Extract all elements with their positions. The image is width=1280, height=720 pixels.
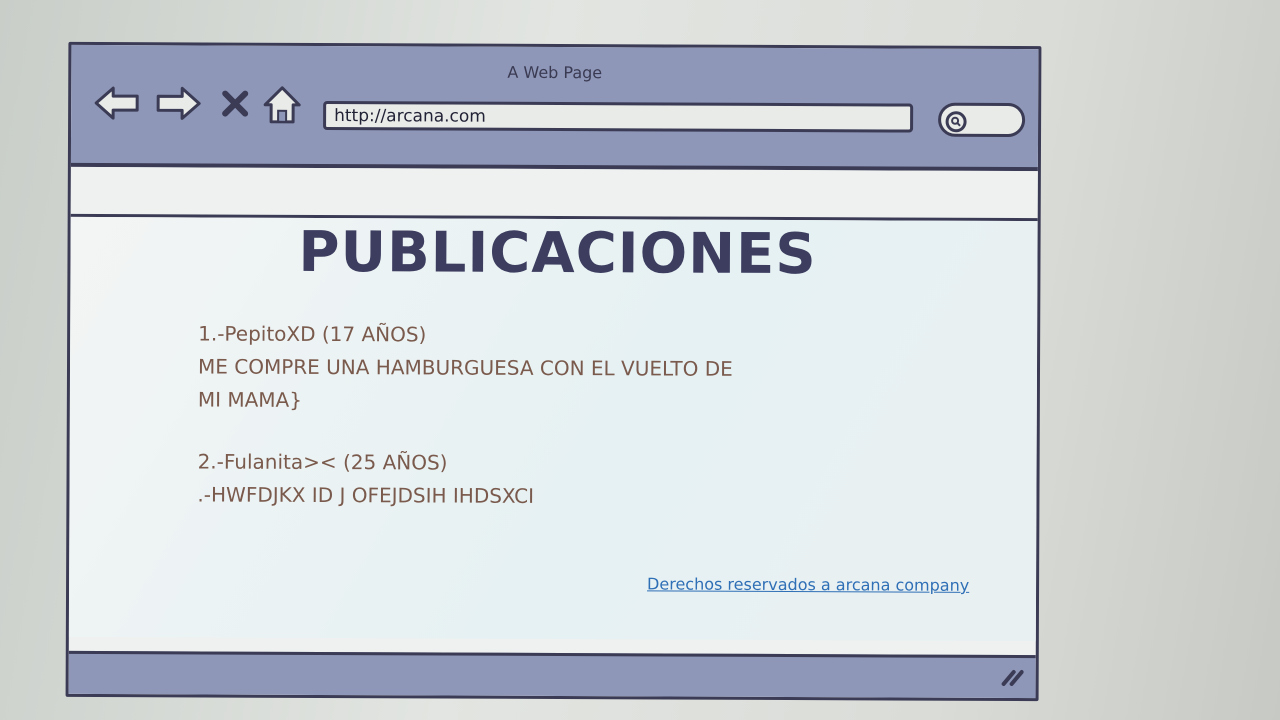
page-content: PUBLICACIONES 1.-PepitoXD (17 AÑOS) ME C… [68, 216, 1038, 642]
resize-grip-icon[interactable] [1000, 668, 1024, 690]
post-author: 2.-Fulanita>< (25 AÑOS) [197, 449, 448, 475]
copyright-link[interactable]: Derechos reservados a arcana company [647, 574, 969, 594]
window-title: A Web Page [507, 62, 603, 83]
browser-window-mockup: A Web Page http://arcana.com PUBLICACION… [65, 41, 1042, 702]
status-bar [68, 650, 1036, 699]
browser-toolbar: A Web Page http://arcana.com [70, 44, 1039, 172]
url-input[interactable]: http://arcana.com [323, 100, 914, 133]
post-body-line: .-HWFDJKX ID J OFEJDSIH IHDSXCI [197, 482, 535, 508]
stop-icon[interactable] [217, 84, 253, 124]
post-body-line: MI MAMA} [197, 387, 303, 412]
empty-navigation-bar [70, 166, 1038, 222]
back-arrow-icon[interactable] [93, 83, 143, 123]
page-title: PUBLICACIONES [298, 219, 817, 288]
search-button[interactable] [938, 102, 1026, 138]
search-icon [945, 111, 967, 133]
post-author: 1.-PepitoXD (17 AÑOS) [198, 321, 427, 347]
post-item: 2.-Fulanita>< (25 AÑOS) .-HWFDJKX ID J O… [197, 445, 534, 512]
post-item: 1.-PepitoXD (17 AÑOS) ME COMPRE UNA HAMB… [198, 317, 733, 418]
forward-arrow-icon[interactable] [153, 83, 203, 123]
home-icon[interactable] [261, 84, 303, 124]
post-body-line: ME COMPRE UNA HAMBURGUESA CON EL VUELTO … [197, 354, 733, 381]
